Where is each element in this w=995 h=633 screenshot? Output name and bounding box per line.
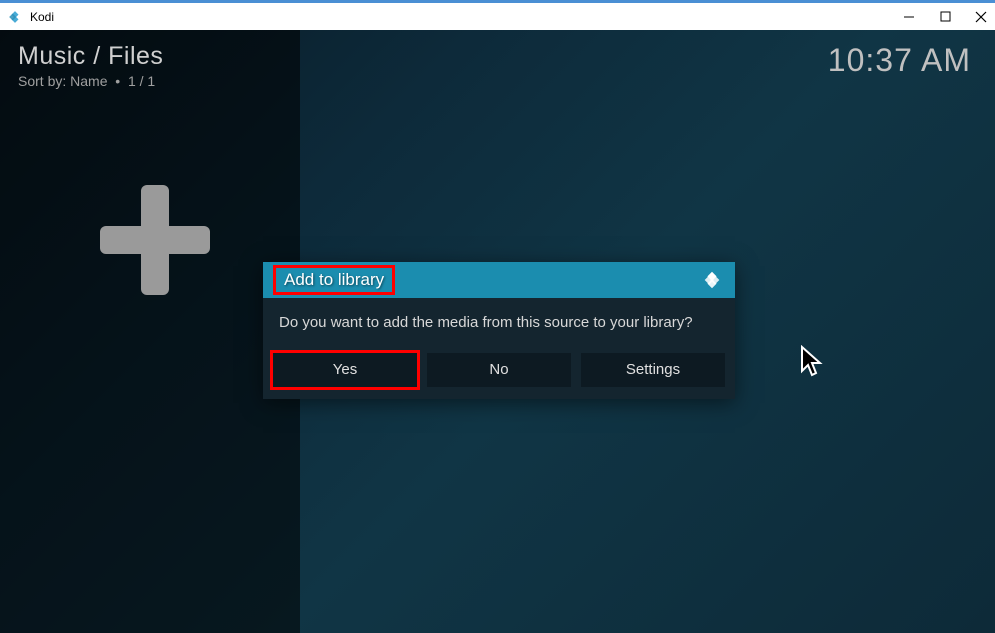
dialog-body: Do you want to add the media from this s…	[263, 298, 735, 353]
breadcrumb-path: Music / Files	[18, 42, 163, 71]
clock: 10:37 AM	[828, 42, 971, 79]
dialog-title: Add to library	[284, 270, 384, 289]
sort-label: Sort by: Name	[18, 73, 107, 89]
app-content: Music / Files Sort by: Name • 1 / 1 10:3…	[0, 30, 995, 633]
sort-info: Sort by: Name • 1 / 1	[18, 73, 163, 89]
sort-separator: •	[111, 73, 128, 89]
dialog-buttons: Yes No Settings	[263, 353, 735, 399]
kodi-logo-icon	[8, 10, 22, 24]
close-button[interactable]	[975, 11, 987, 23]
dialog-header: Add to library	[263, 262, 735, 298]
page-count: 1 / 1	[128, 73, 155, 89]
maximize-button[interactable]	[939, 11, 951, 23]
no-button[interactable]: No	[427, 353, 571, 387]
plus-icon	[100, 185, 210, 295]
settings-button[interactable]: Settings	[581, 353, 725, 387]
minimize-button[interactable]	[903, 11, 915, 23]
add-to-library-dialog: Add to library Do you want to add the me…	[263, 262, 735, 399]
window-controls	[903, 11, 987, 23]
window-title: Kodi	[30, 10, 54, 24]
titlebar-left: Kodi	[8, 10, 54, 24]
dialog-title-highlight: Add to library	[273, 265, 395, 295]
kodi-logo-icon	[701, 269, 723, 291]
yes-button[interactable]: Yes	[273, 353, 417, 387]
breadcrumb: Music / Files Sort by: Name • 1 / 1	[18, 42, 163, 89]
add-source-tile[interactable]	[90, 175, 220, 305]
window-titlebar: Kodi	[0, 0, 995, 30]
dialog-message: Do you want to add the media from this s…	[279, 312, 719, 335]
cursor-icon	[798, 345, 826, 381]
sidebar	[0, 30, 300, 633]
